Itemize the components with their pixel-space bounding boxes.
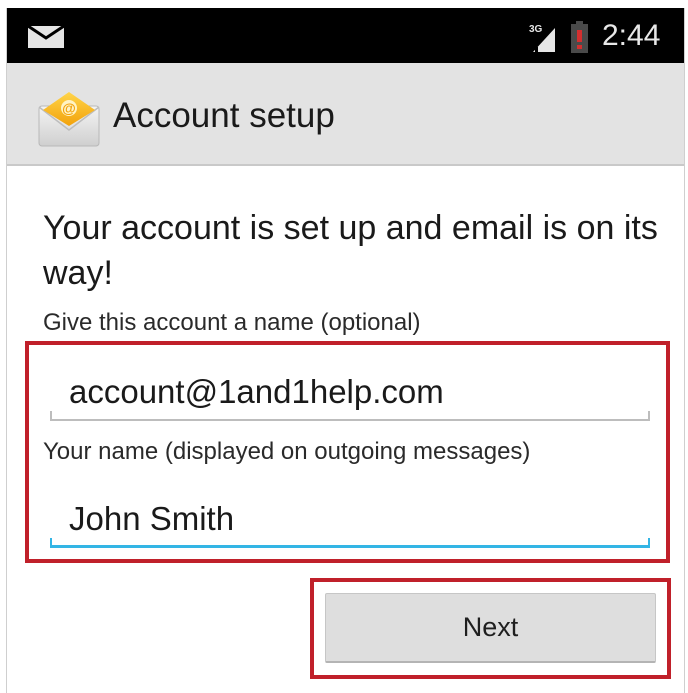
setup-complete-heading: Your account is set up and email is on i… — [43, 209, 658, 292]
status-clock: 2:44 — [602, 19, 661, 52]
action-bar: @ Account setup — [7, 63, 684, 166]
signal-3g-icon: 3G — [529, 24, 555, 52]
screen-title: Account setup — [113, 96, 335, 135]
svg-text:@: @ — [62, 100, 76, 116]
status-bar: 3G 2:44 — [7, 8, 684, 63]
email-app-icon[interactable]: @ — [37, 90, 101, 148]
fields-highlight-annotation — [25, 341, 670, 563]
email-notification-icon — [27, 25, 65, 48]
next-button-highlight-annotation — [310, 578, 671, 679]
battery-low-icon — [571, 21, 588, 53]
account-name-label: Give this account a name (optional) — [43, 309, 421, 336]
device-screen: 3G 2:44 @ Account setup Your account is … — [6, 8, 685, 693]
svg-text:3G: 3G — [529, 24, 543, 35]
